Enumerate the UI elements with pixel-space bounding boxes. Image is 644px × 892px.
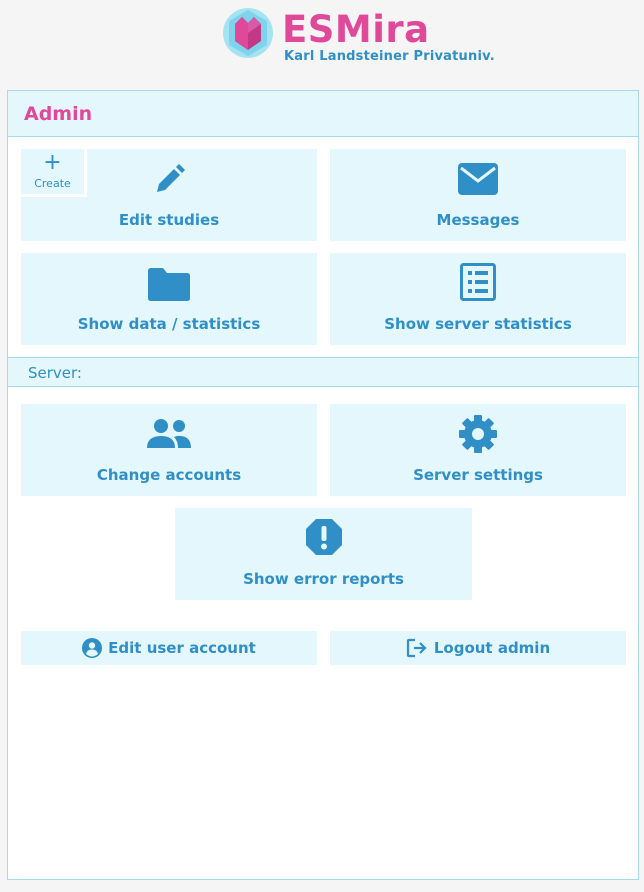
esmira-logo-icon <box>223 8 273 58</box>
server-section-label: Server: <box>28 364 82 382</box>
messages-tile[interactable]: Messages <box>330 149 626 241</box>
plus-icon: + <box>43 150 62 175</box>
edit-user-account-label: Edit user account <box>108 639 256 657</box>
list-icon <box>460 263 496 301</box>
server-settings-tile[interactable]: Server settings <box>330 404 626 496</box>
edit-studies-tile[interactable]: + Create Edit studies <box>21 149 317 241</box>
create-label: Create <box>34 177 71 190</box>
error-reports-label: Show error reports <box>243 570 404 588</box>
edit-user-account-button[interactable]: Edit user account <box>21 631 317 665</box>
app-header: ESMira Karl Landsteiner Privatuniv. <box>0 0 644 90</box>
server-section-header: Server: <box>8 357 638 387</box>
brand-title: ESMira <box>282 8 430 51</box>
gear-icon <box>459 415 497 453</box>
change-accounts-label: Change accounts <box>96 466 242 484</box>
logout-admin-button[interactable]: Logout admin <box>330 631 626 665</box>
server-statistics-tile[interactable]: Show server statistics <box>330 253 626 345</box>
pencil-icon <box>157 164 185 192</box>
show-data-tile[interactable]: Show data / statistics <box>21 253 317 345</box>
logout-icon <box>406 638 427 658</box>
server-settings-label: Server settings <box>413 466 543 484</box>
user-circle-icon <box>82 638 103 658</box>
users-icon <box>147 419 191 448</box>
edit-studies-label: Edit studies <box>118 211 220 229</box>
envelope-icon <box>458 163 498 195</box>
exclamation-octagon-icon <box>305 519 342 555</box>
server-statistics-label: Show server statistics <box>384 315 572 333</box>
error-reports-tile[interactable]: Show error reports <box>175 508 472 600</box>
change-accounts-tile[interactable]: Change accounts <box>21 404 317 496</box>
create-study-button[interactable]: + Create <box>21 149 87 197</box>
messages-label: Messages <box>436 211 520 229</box>
show-data-label: Show data / statistics <box>77 315 261 333</box>
panel-title: Admin <box>24 103 93 125</box>
logout-admin-label: Logout admin <box>433 639 551 657</box>
panel-header: Admin <box>8 91 638 137</box>
brand-subtitle: Karl Landsteiner Privatuniv. <box>284 49 495 64</box>
admin-panel: Admin + Create Edit studies Messages Sho… <box>7 90 639 880</box>
folder-icon <box>148 268 190 301</box>
